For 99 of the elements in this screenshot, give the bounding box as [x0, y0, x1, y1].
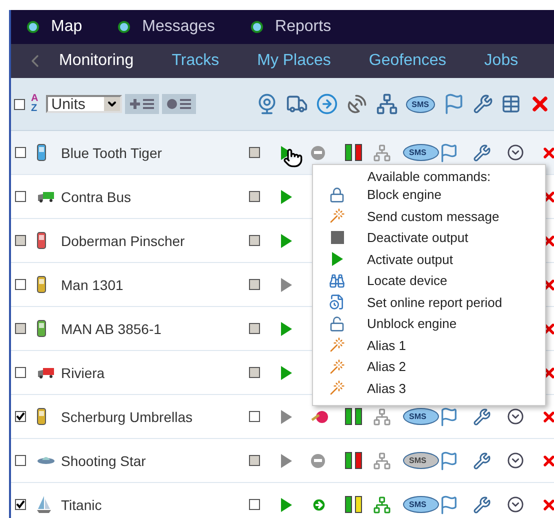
- arrow-circle-icon[interactable]: [316, 93, 338, 115]
- command-item[interactable]: Activate output: [313, 248, 545, 270]
- unit-name: Shooting Star: [61, 452, 147, 468]
- play-icon[interactable]: [281, 498, 292, 512]
- sms-icon[interactable]: SMS: [403, 144, 439, 161]
- select-all-checkbox[interactable]: [14, 98, 25, 110]
- unit-name: Blue Tooth Tiger: [61, 144, 163, 160]
- sub-tab[interactable]: Geofences: [368, 52, 446, 70]
- unit-name: Man 1301: [61, 276, 124, 292]
- unit-name: MAN AB 3856-1: [61, 320, 162, 336]
- sms-icon[interactable]: SMS: [403, 452, 439, 469]
- main-tab[interactable]: Messages: [118, 18, 216, 36]
- radio-list-button[interactable]: [162, 94, 196, 114]
- visibility-checkbox[interactable]: [249, 411, 260, 422]
- sub-tab[interactable]: Jobs: [484, 52, 518, 70]
- delete-icon[interactable]: [541, 452, 554, 468]
- wrench-icon[interactable]: [473, 94, 493, 114]
- unit-checkbox[interactable]: [15, 191, 26, 202]
- command-item[interactable]: Alias 2: [313, 356, 545, 378]
- command-item[interactable]: Alias 1: [313, 334, 545, 356]
- wrench-icon[interactable]: [473, 496, 491, 514]
- visibility-checkbox[interactable]: [249, 499, 260, 510]
- popup-title: Available commands:: [366, 169, 492, 184]
- command-item[interactable]: Locate device: [313, 270, 545, 292]
- sms-icon[interactable]: SMS: [403, 496, 439, 513]
- stop-icon[interactable]: [311, 146, 325, 160]
- dropdown-icon[interactable]: [507, 452, 524, 469]
- unit-checkbox[interactable]: [15, 499, 26, 510]
- stop-icon[interactable]: [311, 454, 325, 468]
- flag-icon[interactable]: [439, 142, 459, 162]
- network-icon[interactable]: [376, 93, 398, 115]
- sub-tab[interactable]: Monitoring: [59, 52, 134, 70]
- unit-name: Titanic: [61, 496, 103, 512]
- square-icon: [330, 231, 344, 244]
- play-icon[interactable]: [281, 366, 292, 380]
- network-icon[interactable]: [373, 144, 391, 162]
- lock-icon: [329, 186, 345, 203]
- units-dropdown[interactable]: Units: [46, 95, 122, 113]
- command-item[interactable]: Block engine: [313, 184, 545, 206]
- plus-list-icon: [130, 98, 154, 110]
- satellite-dish-icon[interactable]: [346, 93, 368, 115]
- unit-name: Scherburg Umbrellas: [61, 408, 194, 424]
- arrow-right-icon[interactable]: [311, 496, 327, 512]
- unit-name: Doberman Pinscher: [61, 232, 186, 248]
- magic-wand-icon: [329, 358, 345, 375]
- delete-icon[interactable]: [541, 408, 554, 424]
- flag-icon[interactable]: [439, 494, 459, 514]
- network-icon[interactable]: [373, 408, 391, 426]
- unit-name: Contra Bus: [61, 188, 132, 204]
- magic-wand-icon: [329, 208, 345, 224]
- hand-cursor-icon: [283, 148, 303, 168]
- command-item[interactable]: Unblock engine: [313, 313, 545, 334]
- delete-icon[interactable]: [541, 496, 554, 512]
- sms-icon[interactable]: SMS: [406, 96, 435, 112]
- play-icon: [332, 252, 342, 266]
- dropdown-icon[interactable]: [507, 144, 524, 161]
- delete-icon[interactable]: [541, 144, 554, 160]
- play-icon[interactable]: [281, 234, 292, 248]
- wrench-icon[interactable]: [473, 408, 491, 426]
- wrench-icon[interactable]: [473, 144, 491, 162]
- command-item[interactable]: Deactivate output: [313, 227, 545, 248]
- dropdown-icon[interactable]: [507, 496, 524, 513]
- network-icon[interactable]: [373, 452, 391, 470]
- magic-wand-icon: [329, 337, 345, 354]
- sub-tab[interactable]: My Places: [257, 52, 331, 70]
- command-item[interactable]: Set online report period: [313, 292, 545, 313]
- unit-name: Riviera: [61, 364, 106, 380]
- document-clock-icon: [329, 294, 345, 310]
- flag-icon[interactable]: [439, 450, 459, 470]
- table-icon[interactable]: [501, 94, 521, 114]
- wrench-icon[interactable]: [473, 452, 491, 470]
- flag-icon[interactable]: [439, 406, 459, 426]
- play-icon[interactable]: [281, 278, 292, 292]
- main-tab[interactable]: Map: [27, 18, 82, 36]
- unit-checkbox[interactable]: [15, 455, 26, 466]
- magic-wand-icon: [329, 380, 345, 396]
- command-item[interactable]: Send custom message: [313, 206, 545, 227]
- binoculars-icon: [329, 272, 345, 289]
- sub-tab[interactable]: Tracks: [172, 52, 220, 70]
- sms-icon[interactable]: SMS: [403, 408, 439, 425]
- network-icon[interactable]: [373, 496, 391, 514]
- unit-checkbox[interactable]: [15, 367, 26, 378]
- add-list-button[interactable]: [125, 94, 160, 114]
- sort-button[interactable]: A Z: [31, 94, 38, 114]
- play-icon[interactable]: [281, 190, 292, 204]
- unit-checkbox[interactable]: [15, 411, 26, 422]
- play-icon[interactable]: [281, 454, 292, 468]
- unlock-icon: [329, 316, 345, 332]
- play-icon[interactable]: [281, 322, 292, 336]
- unit-checkbox[interactable]: [15, 147, 26, 158]
- main-tab[interactable]: Reports: [251, 18, 332, 36]
- dropdown-icon[interactable]: [507, 408, 524, 425]
- play-icon[interactable]: [281, 410, 292, 424]
- unit-checkbox[interactable]: [15, 279, 26, 290]
- flag-icon[interactable]: [443, 93, 465, 115]
- key-icon[interactable]: [311, 410, 329, 424]
- command-item[interactable]: Alias 3: [313, 378, 545, 399]
- dot-list-icon: [167, 98, 192, 110]
- truck-icon[interactable]: [286, 93, 308, 115]
